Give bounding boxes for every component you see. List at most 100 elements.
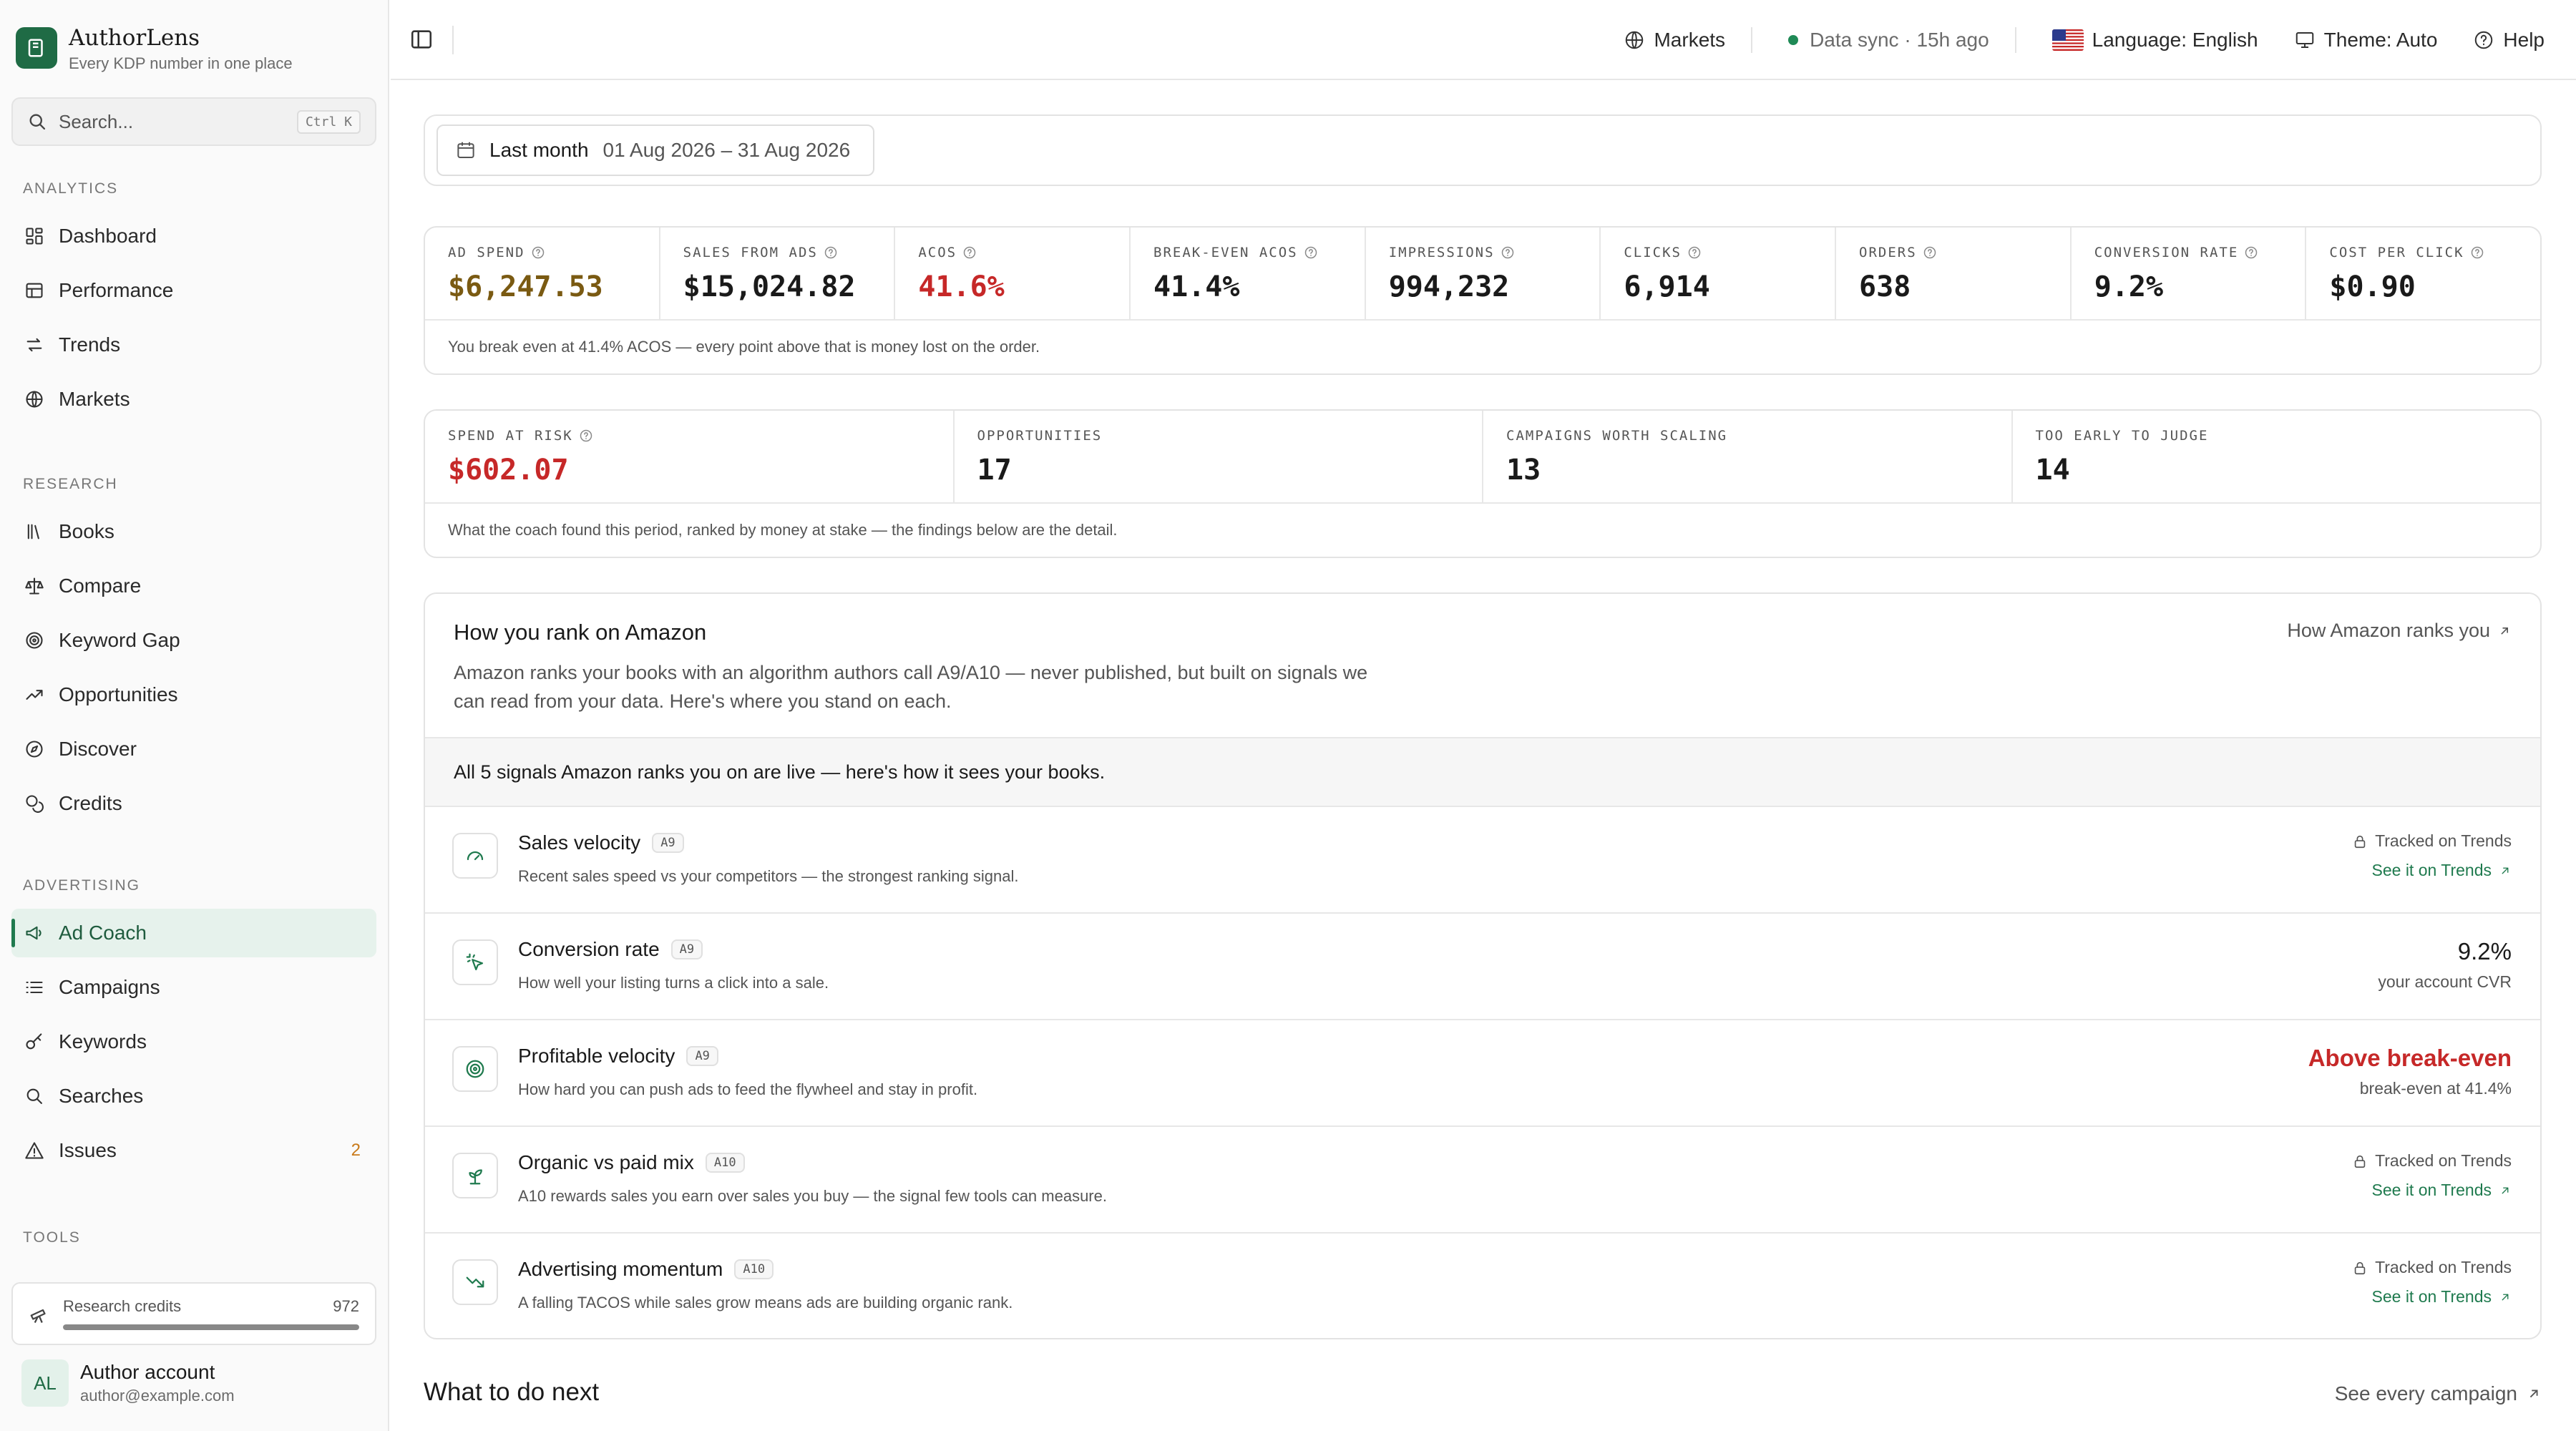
kpi-value: 6,914: [1624, 270, 1710, 303]
help-circle-icon[interactable]: [2470, 245, 2484, 260]
globe-icon: [26, 391, 43, 408]
issues-count-badge: 2: [351, 1141, 361, 1160]
signal-subtext: your account CVR: [2378, 972, 2512, 991]
date-range-picker[interactable]: Last month 01 Aug 2026 – 31 Aug 2026: [436, 124, 874, 176]
data-sync-status: Data sync · 15h ago: [1788, 29, 1989, 52]
list-icon: [26, 981, 43, 994]
signal-status: Tracked on Trends See it on Trends: [2352, 1258, 2512, 1307]
help-circle-icon[interactable]: [579, 429, 593, 443]
signal-icon: [452, 1259, 498, 1305]
signal-title: Conversion rate A9: [518, 938, 703, 961]
sidebar-item-ad-coach[interactable]: Ad Coach: [11, 909, 376, 957]
signal-icon: [452, 833, 498, 879]
help-circle-icon[interactable]: [1304, 245, 1318, 260]
signals-list: Sales velocity A9 Recent sales speed vs yo…: [425, 807, 2540, 1338]
section-title: ANALYTICS: [23, 180, 119, 197]
signal-icon: [452, 1153, 498, 1198]
see-it-on-trends-label: See it on Trends: [2371, 1181, 2492, 1199]
sidebar-item-label: Keywords: [59, 1030, 147, 1053]
telescope-icon: [30, 1309, 46, 1324]
brand-name: AuthorLens: [69, 25, 200, 51]
kpi-value: $6,247.53: [448, 270, 603, 303]
sidebar-item-label: Dashboard: [59, 225, 157, 247]
sidebar-item-discover[interactable]: Discover: [11, 725, 376, 773]
date-filter-bar: Last month 01 Aug 2026 – 31 Aug 2026: [424, 114, 2542, 186]
theme-label: Theme: Auto: [2323, 29, 2438, 51]
scale-icon: [25, 577, 44, 595]
sidebar-toggle-button[interactable]: [409, 27, 434, 55]
kpi-label-text: BREAK-EVEN ACOS: [1153, 245, 1298, 260]
see-it-on-trends-link[interactable]: See it on Trends: [2352, 1287, 2512, 1307]
see-every-campaign-link[interactable]: See every campaign: [2335, 1382, 2542, 1405]
help-circle-icon[interactable]: [1501, 245, 1515, 260]
sidebar: AuthorLens Every KDP number in one place…: [0, 0, 389, 1431]
help-label: Help: [2503, 29, 2545, 51]
sidebar-item-label: Opportunities: [59, 683, 178, 705]
kpi-value: 9.2%: [2094, 270, 2164, 303]
help-button[interactable]: Help: [2473, 29, 2545, 52]
help-circle-icon[interactable]: [1923, 245, 1937, 260]
topbar-separator: [2014, 27, 2016, 53]
sidebar-item-compare[interactable]: Compare: [11, 562, 376, 610]
kpi-label: TOO EARLY TO JUDGE: [2036, 428, 2541, 444]
help-circle-icon[interactable]: [531, 245, 545, 260]
sidebar-item-trends[interactable]: Trends: [11, 321, 376, 369]
kpi-cost-per-click: COST PER CLICK $0.90: [2306, 228, 2540, 319]
brand[interactable]: AuthorLens Every KDP number in one place: [16, 24, 293, 73]
kpi-label-text: SALES FROM ADS: [683, 245, 818, 260]
sidebar-item-opportunities[interactable]: Opportunities: [11, 670, 376, 719]
kpi-acos: ACOS 41.6%: [895, 228, 1131, 319]
topbar-separator: [1751, 27, 1753, 53]
account-menu[interactable]: AL Author account author@example.com: [21, 1359, 235, 1407]
see-it-on-trends-link[interactable]: See it on Trends: [2352, 1181, 2512, 1200]
signal-title-text: Conversion rate: [518, 938, 660, 960]
sidebar-item-issues[interactable]: Issues 2: [11, 1126, 376, 1175]
date-range-label: Last month: [489, 139, 589, 161]
how-amazon-ranks-link[interactable]: How Amazon ranks you: [2287, 620, 2512, 642]
sidebar-item-label: Issues: [59, 1139, 117, 1161]
library-icon: [24, 522, 44, 542]
section-title: ADVERTISING: [23, 877, 140, 894]
kpi-spend-at-risk: SPEND AT RISK $602.07: [425, 411, 955, 502]
help-circle-icon[interactable]: [962, 245, 977, 260]
findings-footnote: What the coach found this period, ranked…: [448, 521, 1118, 539]
signal-value: 9.2%: [2457, 938, 2512, 964]
sidebar-item-keyword-gap[interactable]: Keyword Gap: [11, 616, 376, 665]
sidebar-item-credits[interactable]: Credits: [11, 779, 376, 828]
signal-description: How hard you can push ads to feed the fl…: [518, 1080, 978, 1098]
sidebar-item-performance[interactable]: Performance: [11, 266, 376, 315]
sidebar-item-markets[interactable]: Markets: [11, 375, 376, 424]
sidebar-item-books[interactable]: Books: [11, 507, 376, 556]
see-it-on-trends-link[interactable]: See it on Trends: [2352, 861, 2512, 880]
arrows-icon: [26, 338, 42, 352]
ranking-header: How you rank on Amazon Amazon ranks your…: [425, 594, 2540, 738]
help-circle-icon[interactable]: [1687, 245, 1702, 260]
algorithm-tag: A9: [686, 1046, 718, 1066]
search-input[interactable]: Search... Ctrl K: [11, 97, 376, 146]
language-button[interactable]: Language: English: [2051, 29, 2258, 52]
kpi-break-even-acos: BREAK-EVEN ACOS 41.4%: [1131, 228, 1366, 319]
signal-sales-velocity: Sales velocity A9 Recent sales speed vs yo…: [425, 807, 2540, 914]
signal-title: Organic vs paid mix A10: [518, 1151, 745, 1174]
kpi-label: CLICKS: [1624, 245, 1835, 260]
sidebar-item-searches[interactable]: Searches: [11, 1072, 376, 1120]
sidebar-item-campaigns[interactable]: Campaigns: [11, 963, 376, 1012]
sidebar-item-dashboard[interactable]: Dashboard: [11, 212, 376, 260]
date-range-value: 01 Aug 2026 – 31 Aug 2026: [602, 139, 851, 161]
coins-icon: [26, 795, 44, 813]
sidebar-item-keywords[interactable]: Keywords: [11, 1017, 376, 1066]
target-icon: [466, 1060, 484, 1078]
kpi-label: CONVERSION RATE: [2094, 245, 2306, 260]
help-circle-icon[interactable]: [824, 245, 838, 260]
research-credits-card[interactable]: Research credits 972: [11, 1282, 376, 1345]
algorithm-tag: A10: [734, 1259, 774, 1279]
help-icon: [2475, 31, 2493, 49]
kpi-label-text: TOO EARLY TO JUDGE: [2035, 428, 2209, 444]
kpi-label: COST PER CLICK: [2329, 245, 2540, 260]
help-circle-icon[interactable]: [2244, 245, 2258, 260]
markets-button[interactable]: Markets: [1624, 29, 1725, 52]
topbar: Markets Data sync · 15h ago Language: En…: [391, 0, 2576, 80]
theme-button[interactable]: Theme: Auto: [2294, 29, 2438, 52]
us-flag-icon: [2051, 29, 2084, 51]
lock-icon: [2354, 1155, 2366, 1168]
